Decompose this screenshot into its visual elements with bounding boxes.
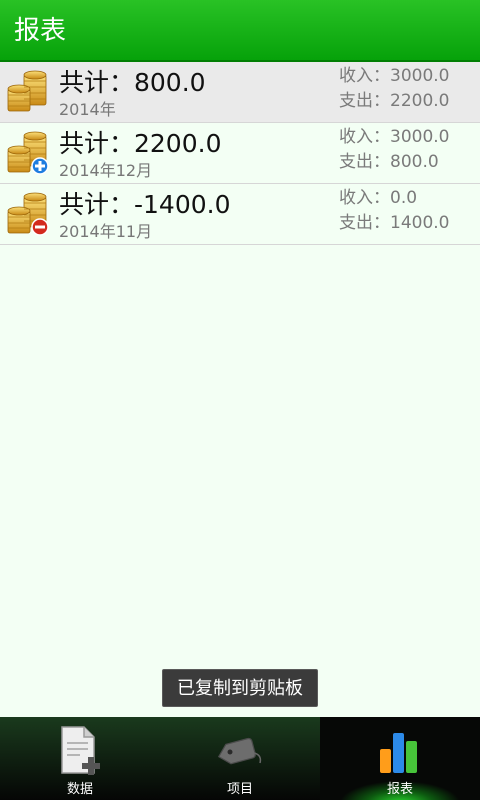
report-income: 收入：0.0 (339, 188, 418, 208)
report-total: 共计：-1400.0 (59, 190, 231, 219)
tab-label: 数据 (66, 782, 93, 797)
tab-label: 项目 (226, 782, 253, 797)
coins-minus-icon (6, 191, 49, 236)
bar-chart-icon (380, 733, 417, 773)
app-header: 报表 (0, 0, 480, 62)
tab-items[interactable]: 项目 (160, 717, 320, 800)
report-row-year[interactable]: 共计：800.0 2014年 收入：3000.0 支出：2200.0 (0, 62, 480, 123)
report-expense: 支出：1400.0 (339, 213, 450, 233)
tab-report[interactable]: 报表 (320, 717, 480, 800)
report-period: 2014年11月 (59, 222, 153, 241)
tab-label: 报表 (386, 782, 413, 797)
report-expense: 支出：2200.0 (339, 91, 450, 111)
document-add-icon (61, 726, 100, 775)
report-list: 共计：800.0 2014年 收入：3000.0 支出：2200.0 共计：22… (0, 62, 480, 245)
report-expense: 支出：800.0 (339, 152, 439, 172)
toast-message: 已复制到剪贴板 (162, 669, 318, 707)
report-total: 共计：2200.0 (59, 129, 222, 158)
report-row-month[interactable]: 共计：2200.0 2014年12月 收入：3000.0 支出：800.0 (0, 123, 480, 184)
tag-icon (217, 737, 262, 765)
tab-data[interactable]: 数据 (0, 717, 160, 800)
page-title: 报表 (14, 16, 67, 46)
bottom-nav: 数据 项目 报表 (0, 717, 480, 800)
report-income: 收入：3000.0 (339, 66, 450, 86)
coins-plus-icon (6, 130, 49, 175)
coins-icon (6, 69, 50, 115)
report-row-month[interactable]: 共计：-1400.0 2014年11月 收入：0.0 支出：1400.0 (0, 184, 480, 245)
report-income: 收入：3000.0 (339, 127, 450, 147)
report-total: 共计：800.0 (59, 68, 206, 97)
report-period: 2014年 (59, 100, 116, 119)
report-period: 2014年12月 (59, 161, 153, 180)
